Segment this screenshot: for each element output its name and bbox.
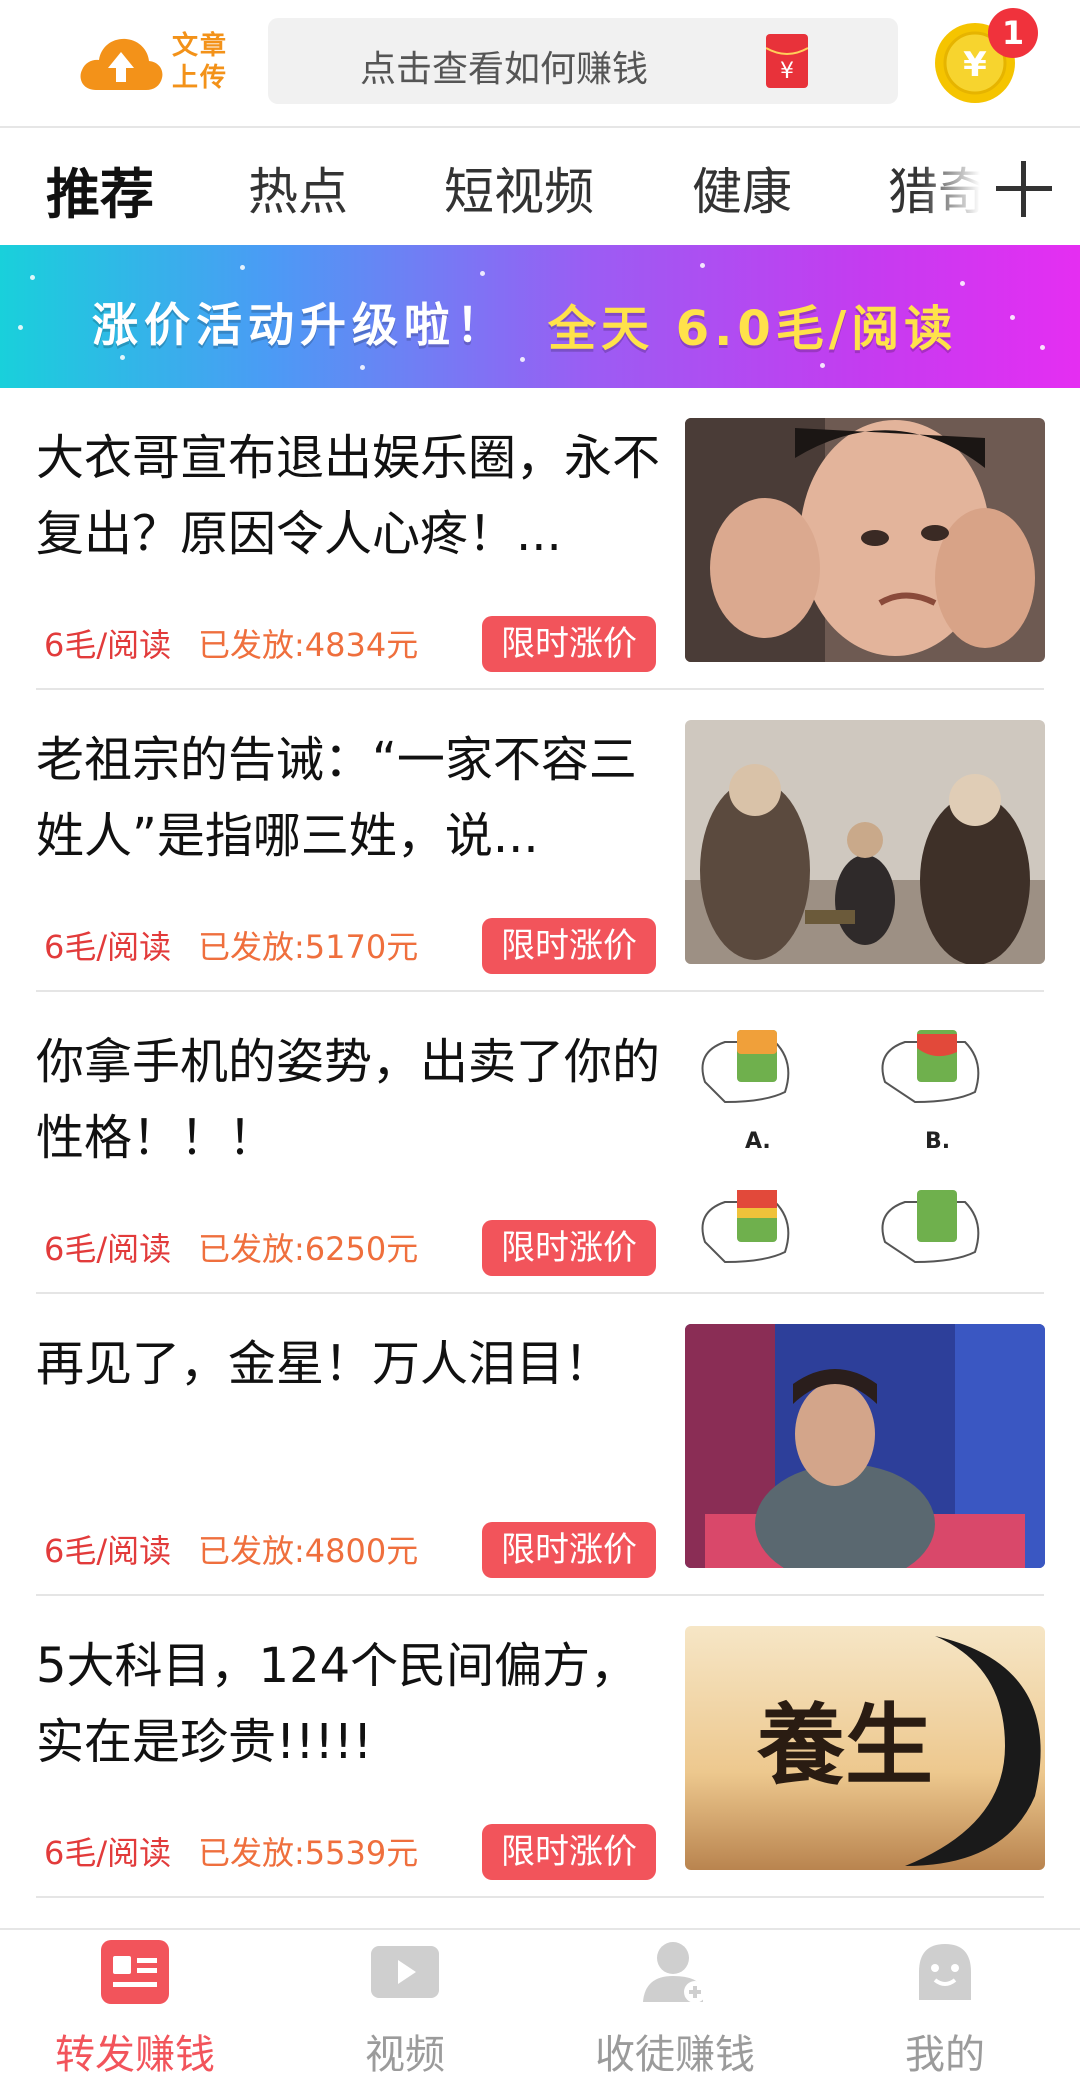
nav-video[interactable]: 视频 [270,1930,540,2086]
article-title[interactable]: 5大科目，124个民间偏方，实在是珍贵!!!!! [36,1628,666,1780]
article-title[interactable]: 老祖宗的告诫：“一家不容三姓人”是指哪三姓，说... [36,722,666,874]
article-item[interactable]: 再见了，金星！万人泪目！ 6毛/阅读 已发放:4800元 限时涨价 [0,1294,1080,1596]
article-paid-total: 已发放:4834元 [198,626,419,664]
limited-price-badge[interactable]: 限时涨价 [482,1220,656,1276]
article-paid-total: 已发放:6250元 [198,1230,419,1268]
add-user-icon [643,1942,706,2003]
article-rate: 6毛/阅读 [44,1532,172,1570]
upload-label: 文章 上传 [172,30,236,94]
article-icon [101,1940,169,2004]
tabs-fade [920,130,980,245]
profile-face-icon [919,1944,971,2000]
bottom-nav: 转发赚钱 视频 收徒赚钱 我的 [0,1928,1080,2086]
limited-price-badge[interactable]: 限时涨价 [482,918,656,974]
article-title[interactable]: 你拿手机的姿势，出卖了你的性格！！！ [36,1024,666,1176]
tab-recommend[interactable]: 推荐 [46,150,154,229]
top-bar: 文章 上传 点击查看如何赚钱 ¥ ¥ 1 [0,0,1080,128]
tab-short-video[interactable]: 短视频 [444,152,594,224]
article-thumbnail[interactable] [685,418,1045,662]
notification-badge: 1 [988,8,1038,58]
upload-label-line2: 上传 [172,63,229,93]
article-feed: 大衣哥宣布退出娱乐圈，永不复出？原因令人心疼！... 6毛/阅读 已发放:483… [0,388,1080,1898]
search-placeholder: 点击查看如何赚钱 [360,49,649,90]
article-rate: 6毛/阅读 [44,1834,172,1872]
article-title[interactable]: 再见了，金星！万人泪目！ [36,1326,666,1402]
article-thumbnail[interactable] [685,1324,1045,1568]
promo-banner[interactable]: 涨价活动升级啦！ 全天 6.0毛/阅读 [0,245,1080,388]
article-thumbnail[interactable] [685,720,1045,964]
article-rate: 6毛/阅读 [44,626,172,664]
article-item[interactable]: 5大科目，124个民间偏方，实在是珍贵!!!!! 6毛/阅读 已发放:5539元… [0,1596,1080,1898]
cloud-upload-icon [80,38,163,90]
tab-health[interactable]: 健康 [692,152,792,224]
thumb-label-a: A. [745,1129,771,1154]
thumb-label-b: B. [925,1129,950,1154]
nav-label: 转发赚钱 [55,2032,215,2078]
svg-text:¥: ¥ [780,59,794,84]
nav-recruit-earn[interactable]: 收徒赚钱 [540,1930,810,2086]
app-screen: 文章 上传 点击查看如何赚钱 ¥ ¥ 1 推荐 热点 短视频 健康 猎奇 [0,0,1080,2086]
article-upload-button[interactable]: 文章 上传 [76,24,236,104]
nav-label: 我的 [905,2032,985,2078]
plus-icon-vertical [1021,161,1026,217]
divider [36,1896,1044,1898]
search-bar[interactable]: 点击查看如何赚钱 ¥ [268,18,898,104]
banner-text-main: 涨价活动升级啦！ [92,298,508,352]
article-title[interactable]: 大衣哥宣布退出娱乐圈，永不复出？原因令人心疼！... [36,420,666,572]
limited-price-badge[interactable]: 限时涨价 [482,616,656,672]
limited-price-badge[interactable]: 限时涨价 [482,1824,656,1880]
coin-symbol: ¥ [963,45,987,85]
tab-hot[interactable]: 热点 [248,152,348,224]
article-item[interactable]: 老祖宗的告诫：“一家不容三姓人”是指哪三姓，说... 6毛/阅读 已发放:517… [0,690,1080,992]
red-envelope-icon: ¥ [766,34,808,88]
add-tab-button[interactable] [980,130,1080,245]
banner-text-highlight: 全天 6.0毛/阅读 [548,301,958,357]
article-thumbnail[interactable]: A. B. [685,1022,1045,1266]
article-paid-total: 已发放:5539元 [198,1834,419,1872]
video-icon [371,1946,439,1998]
article-rate: 6毛/阅读 [44,928,172,966]
nav-label: 视频 [365,2032,445,2078]
article-rate: 6毛/阅读 [44,1230,172,1268]
nav-profile[interactable]: 我的 [810,1930,1080,2086]
article-paid-total: 已发放:5170元 [198,928,419,966]
upload-label-line1: 文章 [172,31,229,61]
category-tabs: 推荐 热点 短视频 健康 猎奇 [0,130,1080,245]
nav-label: 收徒赚钱 [595,2032,755,2078]
limited-price-badge[interactable]: 限时涨价 [482,1522,656,1578]
thumb-calligraphy: 養生 [756,1693,933,1797]
article-item[interactable]: 大衣哥宣布退出娱乐圈，永不复出？原因令人心疼！... 6毛/阅读 已发放:483… [0,388,1080,690]
nav-share-earn[interactable]: 转发赚钱 [0,1930,270,2086]
article-item[interactable]: 你拿手机的姿势，出卖了你的性格！！！ 6毛/阅读 已发放:6250元 限时涨价 [0,992,1080,1294]
article-thumbnail[interactable]: 養生 [685,1626,1045,1870]
article-paid-total: 已发放:4800元 [198,1532,419,1570]
